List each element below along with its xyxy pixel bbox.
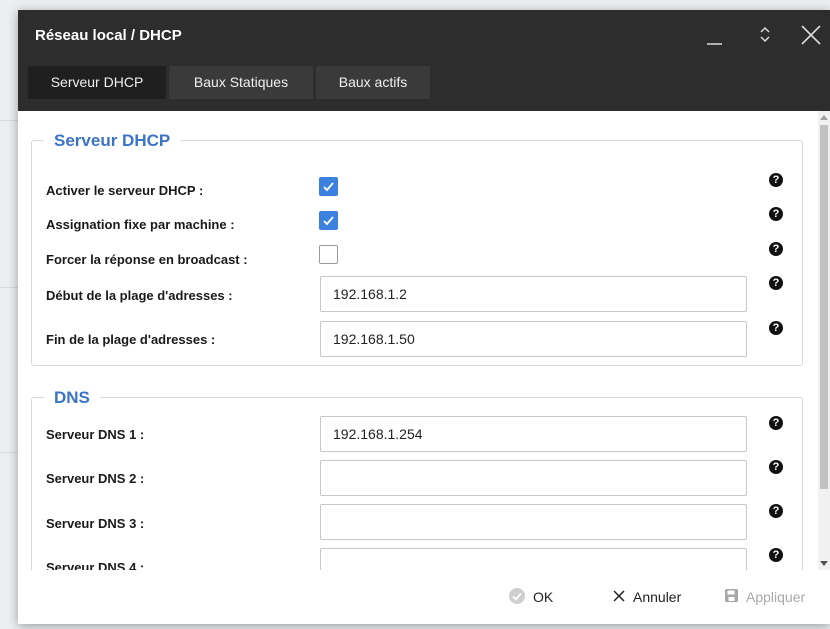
range-end-input[interactable] bbox=[320, 321, 747, 357]
broadcast-checkbox[interactable] bbox=[319, 245, 338, 264]
content-panel: Serveur DHCP Activer le serveur DHCP : ?… bbox=[18, 111, 818, 570]
dns3-input[interactable] bbox=[320, 504, 747, 540]
dns2-label: Serveur DNS 2 : bbox=[46, 471, 145, 486]
dns4-label: Serveur DNS 4 : bbox=[46, 560, 145, 570]
ok-label: OK bbox=[533, 589, 554, 606]
help-icon[interactable]: ? bbox=[769, 460, 783, 474]
help-icon[interactable]: ? bbox=[769, 548, 783, 562]
restore-icon[interactable] bbox=[750, 20, 780, 50]
close-icon bbox=[612, 588, 626, 608]
help-icon[interactable]: ? bbox=[769, 416, 783, 430]
close-icon[interactable] bbox=[796, 20, 826, 50]
fixed-assignment-checkbox[interactable] bbox=[319, 211, 338, 230]
fixed-assignment-label: Assignation fixe par machine : bbox=[46, 217, 235, 232]
enable-dhcp-checkbox[interactable] bbox=[319, 177, 338, 196]
dialog-footer: OK Annuler Appliquer bbox=[18, 570, 830, 624]
broadcast-label: Forcer la réponse en broadcast : bbox=[46, 252, 248, 267]
apply-button[interactable]: Appliquer bbox=[724, 587, 805, 608]
title-bar: Réseau local / DHCP Serveur DHCP Baux St… bbox=[18, 10, 830, 111]
dns4-input[interactable] bbox=[320, 548, 747, 570]
help-icon[interactable]: ? bbox=[769, 242, 783, 256]
dns-legend: DNS bbox=[44, 386, 100, 410]
dns2-input[interactable] bbox=[320, 460, 747, 496]
scroll-up-icon[interactable] bbox=[820, 115, 828, 120]
dhcp-dialog: Réseau local / DHCP Serveur DHCP Baux St… bbox=[18, 10, 830, 624]
range-start-input[interactable] bbox=[320, 276, 747, 312]
save-icon bbox=[724, 588, 739, 608]
help-icon[interactable]: ? bbox=[769, 276, 783, 290]
vertical-scrollbar[interactable] bbox=[818, 111, 830, 570]
dhcp-legend: Serveur DHCP bbox=[44, 129, 181, 153]
apply-label: Appliquer bbox=[746, 589, 806, 605]
help-icon[interactable]: ? bbox=[769, 321, 783, 335]
help-icon[interactable]: ? bbox=[769, 504, 783, 518]
ok-button[interactable]: OK bbox=[508, 587, 553, 610]
range-end-label: Fin de la plage d'adresses : bbox=[46, 332, 216, 347]
minimize-icon[interactable] bbox=[700, 20, 730, 50]
dialog-title: Réseau local / DHCP bbox=[35, 27, 182, 44]
enable-dhcp-label: Activer le serveur DHCP : bbox=[46, 183, 204, 198]
scroll-down-icon[interactable] bbox=[820, 561, 828, 566]
dns3-label: Serveur DNS 3 : bbox=[46, 516, 145, 531]
tab-baux-actifs[interactable]: Baux actifs bbox=[316, 66, 430, 99]
tab-serveur-dhcp[interactable]: Serveur DHCP bbox=[28, 66, 166, 99]
cancel-button[interactable]: Annuler bbox=[612, 587, 681, 608]
help-icon[interactable]: ? bbox=[769, 207, 783, 221]
help-icon[interactable]: ? bbox=[769, 173, 783, 187]
tab-baux-statiques[interactable]: Baux Statiques bbox=[169, 66, 313, 99]
cancel-label: Annuler bbox=[633, 589, 682, 605]
scrollbar-thumb[interactable] bbox=[820, 125, 828, 489]
dns1-input[interactable] bbox=[320, 416, 747, 452]
dns1-label: Serveur DNS 1 : bbox=[46, 427, 145, 442]
check-circle-icon bbox=[508, 587, 526, 610]
range-start-label: Début de la plage d'adresses : bbox=[46, 288, 233, 303]
